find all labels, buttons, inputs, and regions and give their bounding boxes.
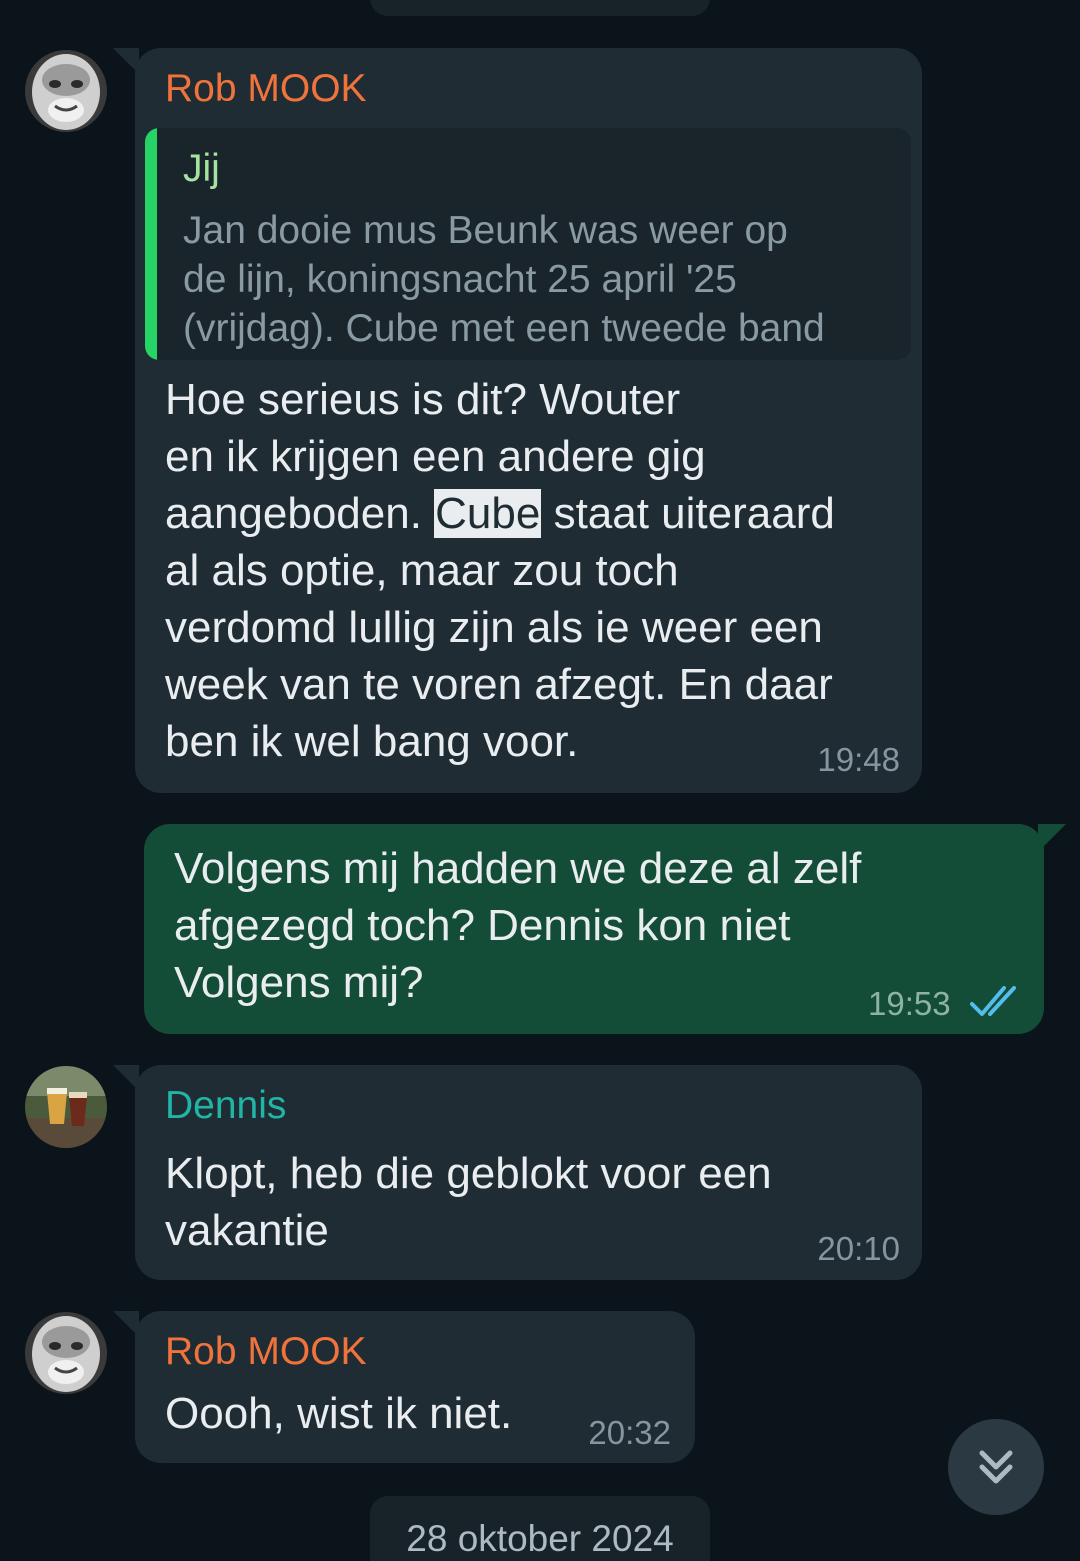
message-time: 19:48: [817, 741, 900, 778]
double-check-read-icon: [970, 986, 1016, 1016]
message-text: Hoe serieus is dit? Wouter en ik krijgen…: [165, 371, 905, 770]
avatar-rob-mook[interactable]: [25, 1312, 107, 1394]
quote-text: Jan dooie mus Beunk was weer op de lijn,…: [183, 209, 825, 350]
sender-name[interactable]: Rob MOOK: [165, 66, 367, 112]
sender-name[interactable]: Rob MOOK: [165, 1329, 367, 1375]
message-time: 20:32: [588, 1414, 671, 1451]
avatar-rob-mook[interactable]: [25, 50, 107, 132]
message-time: 19:53: [868, 985, 951, 1022]
quoted-message[interactable]: Jij Jan dooie mus Beunk was weer op de l…: [145, 128, 911, 360]
message-bubble-4[interactable]: Rob MOOK Oooh, wist ik niet. 20:32: [135, 1311, 695, 1463]
message-text: Oooh, wist ik niet.: [165, 1389, 513, 1438]
selected-word[interactable]: Cube: [434, 489, 542, 538]
scroll-to-bottom-button[interactable]: [948, 1419, 1044, 1515]
date-chip-label: 28 oktober 2024: [406, 1518, 674, 1559]
message-text: Klopt, heb die geblokt voor een vakantie: [165, 1149, 772, 1255]
message-bubble-3[interactable]: Dennis Klopt, heb die geblokt voor een v…: [135, 1065, 922, 1280]
quote-author: Jij: [183, 147, 220, 190]
chat-view: Rob MOOK Jij Jan dooie mus Beunk was wee…: [0, 0, 1080, 1561]
date-chip-top: [370, 0, 710, 16]
double-chevron-down-icon: [979, 1450, 1013, 1484]
quote-bar: [145, 128, 157, 360]
date-chip: 28 oktober 2024: [370, 1496, 710, 1561]
sender-name[interactable]: Dennis: [165, 1083, 286, 1129]
message-time: 20:10: [817, 1230, 900, 1267]
avatar-dennis[interactable]: [25, 1066, 107, 1148]
message-bubble-2[interactable]: Volgens mij hadden we deze al zelf afgez…: [144, 824, 1044, 1034]
message-bubble-1[interactable]: Rob MOOK Jij Jan dooie mus Beunk was wee…: [135, 48, 922, 793]
